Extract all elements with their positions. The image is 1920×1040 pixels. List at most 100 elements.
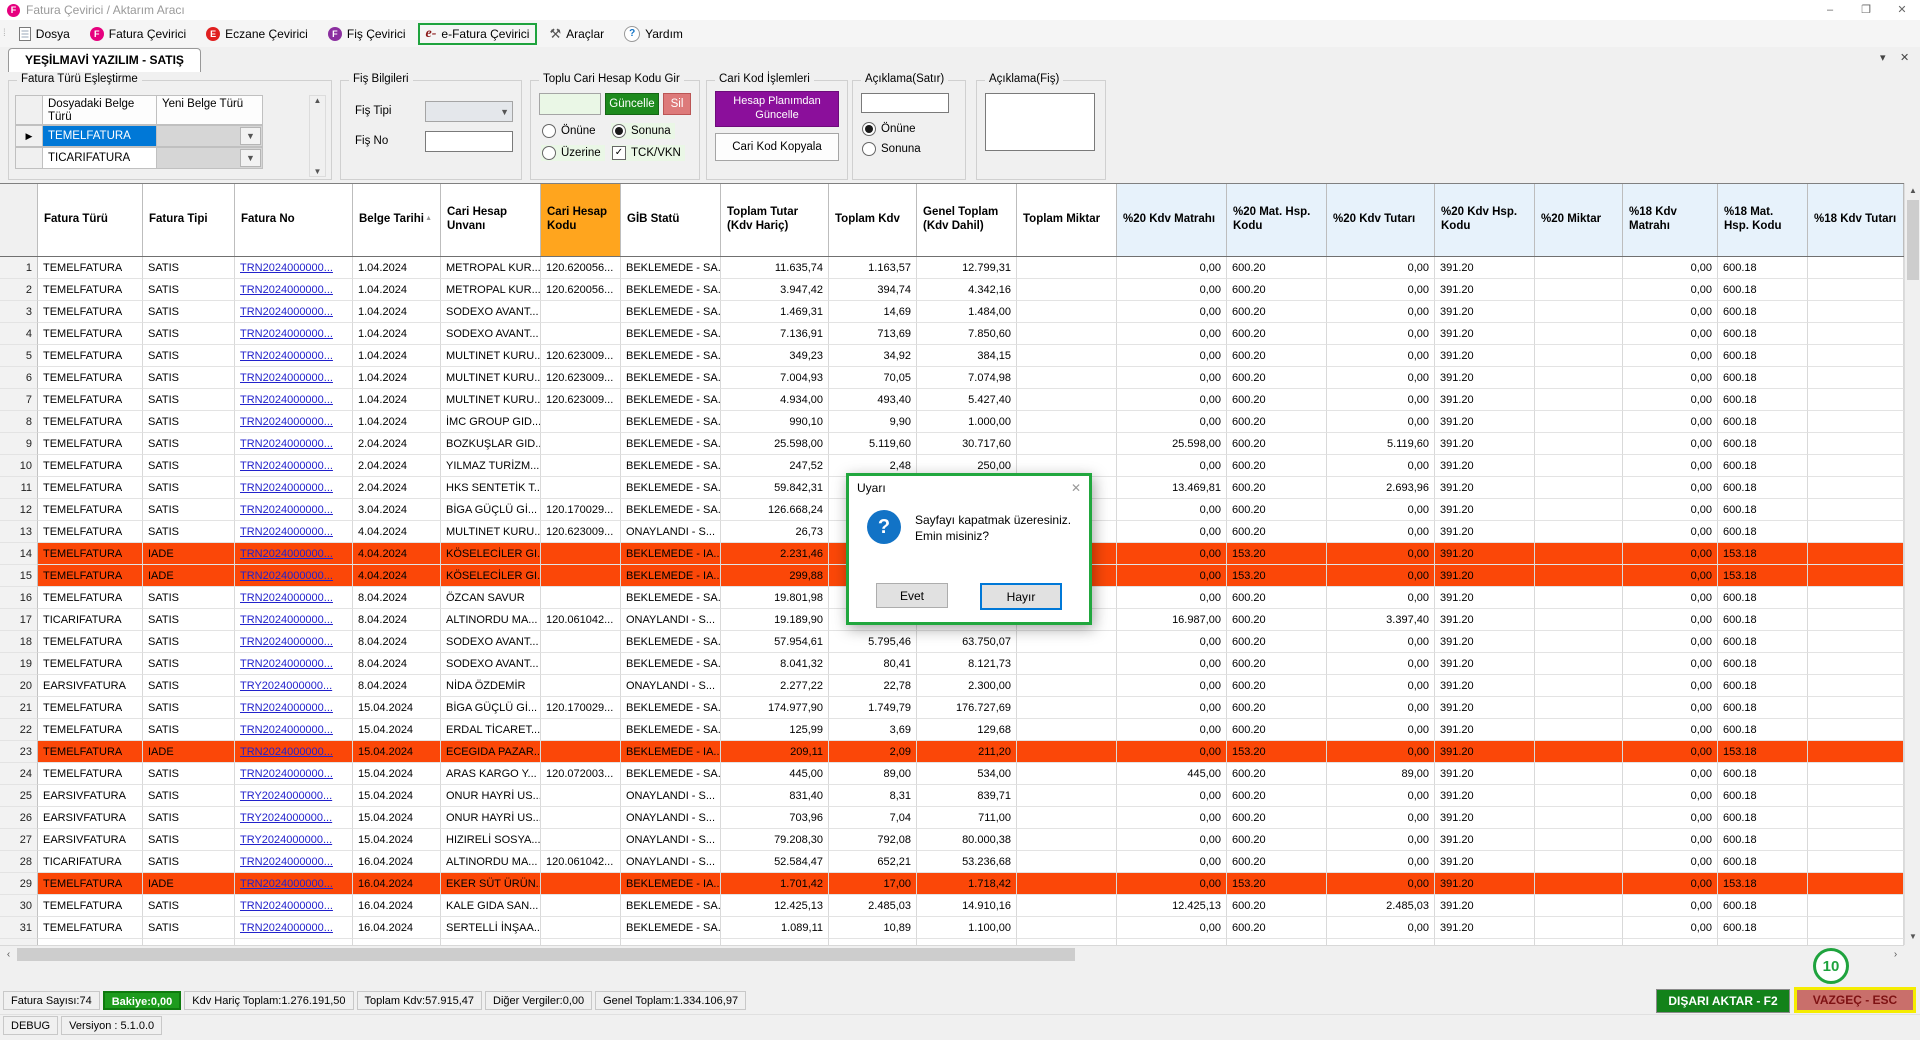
chevron-down-icon[interactable]: ▼	[240, 149, 261, 167]
cell-fatura-no[interactable]: TRY2024000000...	[235, 675, 353, 697]
column-header-kdv20-tutari[interactable]: %20 Kdv Tutarı	[1327, 184, 1435, 256]
table-row[interactable]: 6TEMELFATURASATISTRN2024000000...1.04.20…	[0, 367, 1904, 389]
fatura-no-link[interactable]: TRN2024000000...	[240, 614, 333, 626]
fatura-no-link[interactable]: TRN2024000000...	[240, 702, 333, 714]
cell-fatura-no[interactable]: TRN2024000000...	[235, 851, 353, 873]
column-header-kdv20-hsp-kodu[interactable]: %20 Kdv Hsp. Kodu	[1435, 184, 1535, 256]
dialog-close-icon[interactable]: ✕	[1071, 481, 1081, 495]
column-header-fatura-tipi[interactable]: Fatura Tipi	[143, 184, 235, 256]
cell-fatura-no[interactable]: TRY2024000000...	[235, 807, 353, 829]
mapping-row-ticarifatura[interactable]: TICARIFATURA ▼	[15, 147, 263, 169]
fatura-no-link[interactable]: TRY2024000000...	[240, 812, 332, 824]
cell-fatura-no[interactable]: TRN2024000000...	[235, 411, 353, 433]
mapping-grid-scrollbar[interactable]: ▲▼	[309, 95, 326, 177]
fatura-no-link[interactable]: TRN2024000000...	[240, 350, 333, 362]
radio-aciklama-onune[interactable]: Önüne	[861, 121, 920, 137]
fatura-no-link[interactable]: TRN2024000000...	[240, 438, 333, 450]
column-header-fatura-no[interactable]: Fatura No	[235, 184, 353, 256]
column-header-belge-tarihi[interactable]: Belge Tarihi▲	[353, 184, 441, 256]
table-row[interactable]: 9TEMELFATURASATISTRN2024000000...2.04.20…	[0, 433, 1904, 455]
cell-fatura-no[interactable]: TRN2024000000...	[235, 741, 353, 763]
table-row[interactable]: 29TEMELFATURAIADETRN2024000000...16.04.2…	[0, 873, 1904, 895]
cell-ticarifatura[interactable]: TICARIFATURA	[43, 147, 157, 169]
cell-fatura-no[interactable]: TRN2024000000...	[235, 301, 353, 323]
table-row[interactable]: 8TEMELFATURASATISTRN2024000000...1.04.20…	[0, 411, 1904, 433]
column-header-toplam-kdv[interactable]: Toplam Kdv	[829, 184, 917, 256]
fatura-no-link[interactable]: TRY2024000000...	[240, 790, 332, 802]
cell-fatura-no[interactable]: TRN2024000000...	[235, 499, 353, 521]
mapping-row-temelfatura[interactable]: ▶ TEMELFATURA ▼	[15, 125, 263, 147]
yeni-belge-turu-dropdown[interactable]: ▼	[157, 125, 263, 147]
fatura-no-link[interactable]: TRN2024000000...	[240, 658, 333, 670]
fatura-no-link[interactable]: TRN2024000000...	[240, 548, 333, 560]
column-header-toplam-tutar-kdv-haric[interactable]: Toplam Tutar (Kdv Hariç)	[721, 184, 829, 256]
table-row[interactable]: 21TEMELFATURASATISTRN2024000000...15.04.…	[0, 697, 1904, 719]
cell-fatura-no[interactable]: TRN2024000000...	[235, 609, 353, 631]
menu-item-efatura-cevirici[interactable]: e- e-Fatura Çevirici	[418, 23, 538, 45]
cell-fatura-no[interactable]: TRN2024000000...	[235, 565, 353, 587]
fatura-no-link[interactable]: TRN2024000000...	[240, 724, 333, 736]
fis-tipi-select[interactable]: ▼	[425, 101, 513, 122]
fatura-no-link[interactable]: TRN2024000000...	[240, 592, 333, 604]
tab-dropdown-icon[interactable]: ▾	[1880, 51, 1886, 64]
table-row[interactable]: 3TEMELFATURASATISTRN2024000000...1.04.20…	[0, 301, 1904, 323]
column-header-fatura-turu[interactable]: Fatura Türü	[38, 184, 143, 256]
fatura-no-link[interactable]: TRN2024000000...	[240, 746, 333, 758]
checkbox-tck-vkn[interactable]: ✓TCK/VKN	[611, 145, 685, 161]
fatura-no-link[interactable]: TRN2024000000...	[240, 284, 333, 296]
table-row[interactable]: 24TEMELFATURASATISTRN2024000000...15.04.…	[0, 763, 1904, 785]
cell-fatura-no[interactable]: TRN2024000000...	[235, 323, 353, 345]
radio-sonuna[interactable]: Sonuna	[611, 123, 675, 139]
toplu-cari-input[interactable]	[539, 93, 601, 115]
fatura-no-link[interactable]: TRN2024000000...	[240, 570, 333, 582]
menu-item-araclar[interactable]: ⚒ Araçlar	[541, 23, 612, 45]
cell-fatura-no[interactable]: TRN2024000000...	[235, 873, 353, 895]
fatura-no-link[interactable]: TRN2024000000...	[240, 768, 333, 780]
cell-fatura-no[interactable]: TRN2024000000...	[235, 543, 353, 565]
aciklama-satir-input[interactable]	[861, 93, 949, 113]
scroll-up-icon[interactable]: ▲	[314, 96, 322, 105]
menu-item-yardim[interactable]: ? Yardım	[616, 23, 691, 45]
column-header-toplam-miktar[interactable]: Toplam Miktar	[1017, 184, 1117, 256]
fatura-no-link[interactable]: TRN2024000000...	[240, 856, 333, 868]
guncelle-button[interactable]: Güncelle	[605, 93, 659, 115]
fatura-no-link[interactable]: TRN2024000000...	[240, 526, 333, 538]
tab-yesilmavi-yazilim-satis[interactable]: YEŞİLMAVİ YAZILIM - SATIŞ	[8, 48, 201, 73]
tab-close-icon[interactable]: ✕	[1900, 51, 1909, 64]
column-header-kdv18-matrahi[interactable]: %18 Kdv Matrahı	[1623, 184, 1718, 256]
fatura-no-link[interactable]: TRN2024000000...	[240, 262, 333, 274]
fatura-no-link[interactable]: TRN2024000000...	[240, 394, 333, 406]
menu-item-dosya[interactable]: Dosya	[11, 24, 78, 44]
scroll-down-icon[interactable]: ▼	[1905, 929, 1920, 945]
cell-fatura-no[interactable]: TRY2024000000...	[235, 829, 353, 851]
table-row[interactable]: 25EARSIVFATURASATISTRY2024000000...15.04…	[0, 785, 1904, 807]
cell-fatura-no[interactable]: TRN2024000000...	[235, 719, 353, 741]
cell-fatura-no[interactable]: TRN2024000000...	[235, 521, 353, 543]
cell-fatura-no[interactable]: TRN2024000000...	[235, 367, 353, 389]
fatura-no-link[interactable]: TRN2024000000...	[240, 900, 333, 912]
scroll-up-icon[interactable]: ▲	[1905, 183, 1920, 199]
cell-fatura-no[interactable]: TRN2024000000...	[235, 455, 353, 477]
restore-button[interactable]: ❐	[1848, 0, 1884, 20]
disari-aktar-button[interactable]: DIŞARI AKTAR - F2	[1656, 989, 1790, 1013]
cell-fatura-no[interactable]: TRN2024000000...	[235, 257, 353, 279]
table-row[interactable]: 5TEMELFATURASATISTRN2024000000...1.04.20…	[0, 345, 1904, 367]
horizontal-scrollbar[interactable]: ‹ ›	[0, 945, 1904, 963]
vertical-scrollbar-thumb[interactable]	[1907, 200, 1919, 280]
column-header-miktar20[interactable]: %20 Miktar	[1535, 184, 1623, 256]
cell-fatura-no[interactable]: TRN2024000000...	[235, 653, 353, 675]
fatura-no-link[interactable]: TRN2024000000...	[240, 878, 333, 890]
column-header-rownum[interactable]	[0, 184, 38, 256]
radio-uzerine[interactable]: Üzerine	[541, 145, 605, 161]
column-header-gib-statu[interactable]: GİB Statü	[621, 184, 721, 256]
fatura-no-link[interactable]: TRN2024000000...	[240, 416, 333, 428]
cell-fatura-no[interactable]: TRN2024000000...	[235, 279, 353, 301]
cell-fatura-no[interactable]: TRN2024000000...	[235, 697, 353, 719]
column-header-cari-hesap-kodu[interactable]: Cari Hesap Kodu	[541, 184, 621, 256]
cell-fatura-no[interactable]: TRN2024000000...	[235, 477, 353, 499]
sil-button[interactable]: Sil	[663, 93, 691, 115]
fatura-no-link[interactable]: TRN2024000000...	[240, 922, 333, 934]
menu-item-fatura-cevirici[interactable]: F Fatura Çevirici	[82, 24, 194, 44]
fatura-no-link[interactable]: TRN2024000000...	[240, 372, 333, 384]
fatura-no-link[interactable]: TRY2024000000...	[240, 834, 332, 846]
